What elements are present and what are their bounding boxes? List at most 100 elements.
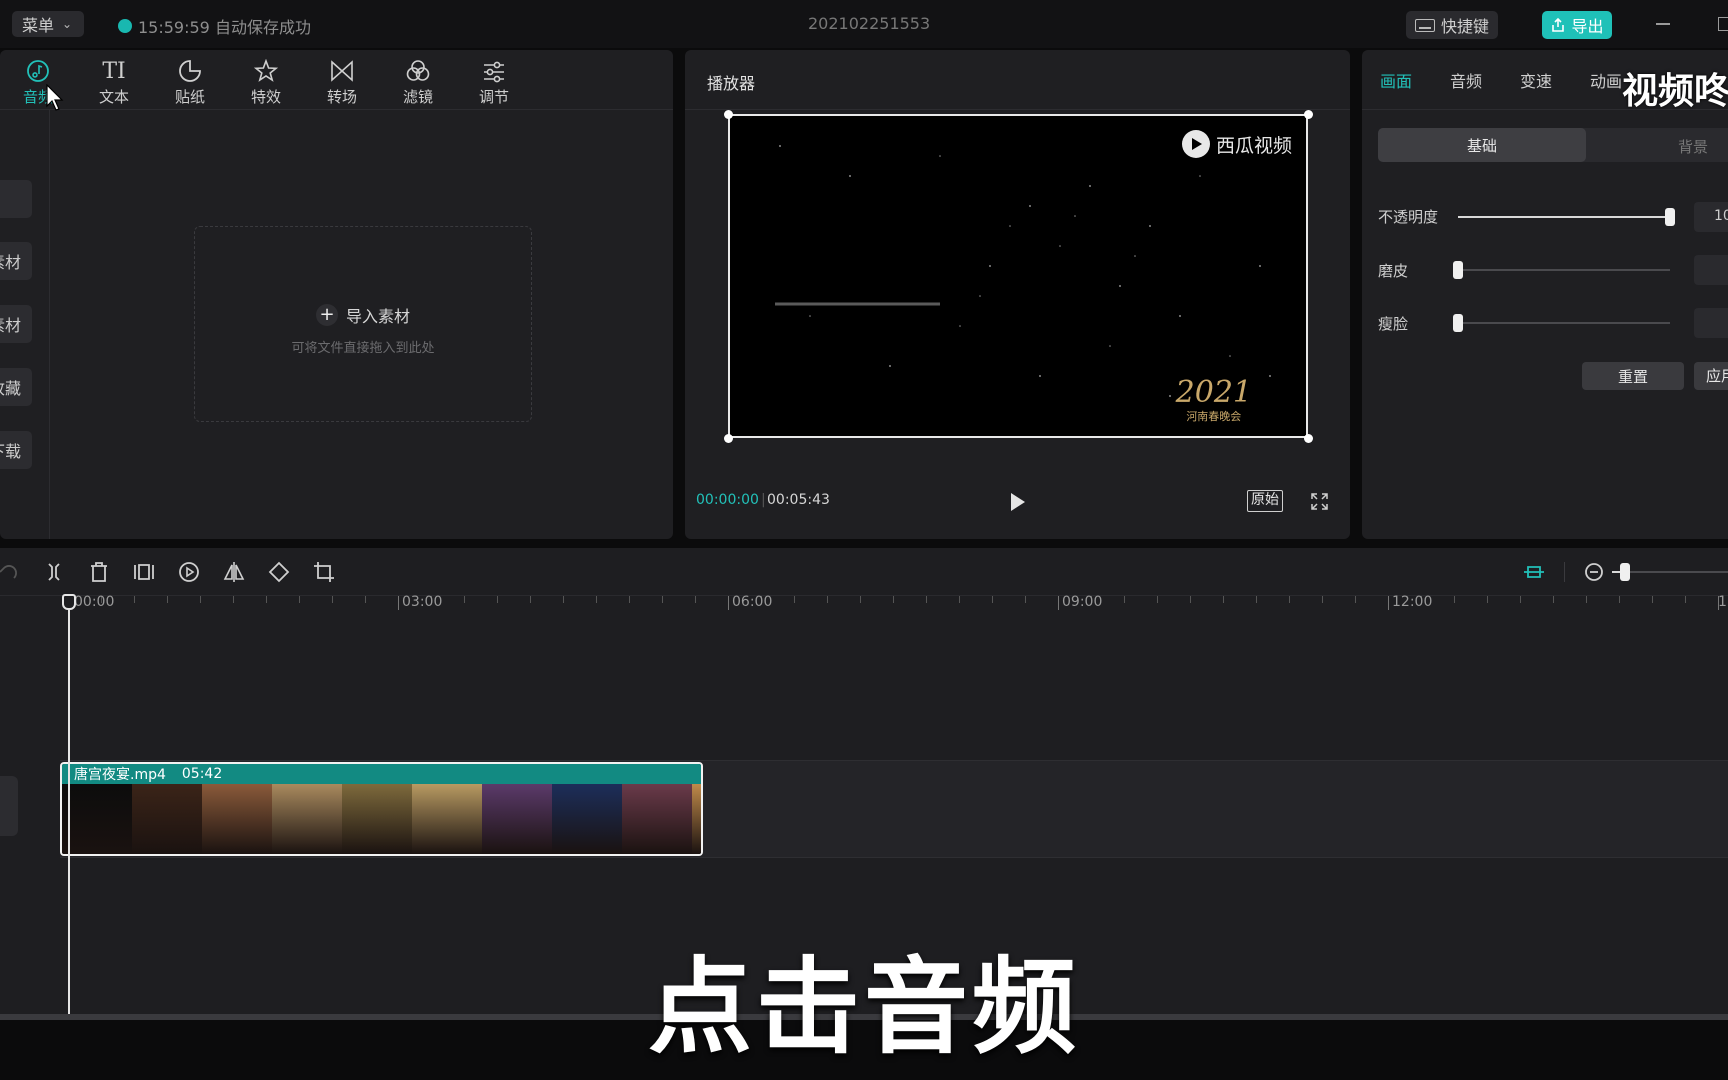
crop-icon[interactable]	[312, 560, 336, 584]
tool-text[interactable]: TI 文本	[84, 56, 144, 107]
filter-icon	[388, 56, 448, 86]
segment-background[interactable]: 背景	[1678, 136, 1708, 157]
ruler-tick	[794, 596, 795, 603]
clip-thumbnails	[62, 784, 701, 854]
ruler-tick	[1025, 596, 1026, 603]
plus-icon: +	[315, 304, 338, 326]
smooth-skin-label: 磨皮	[1378, 262, 1409, 280]
ruler-tick	[497, 596, 498, 603]
total-time: 00:05:43	[767, 492, 830, 508]
text-icon: TI	[102, 58, 126, 84]
ruler-tick	[332, 596, 333, 603]
tool-sticker[interactable]: 贴纸	[160, 56, 220, 107]
segment-basic[interactable]: 基础	[1378, 128, 1586, 162]
reset-button[interactable]: 重置	[1582, 362, 1684, 390]
undo-icon[interactable]	[0, 560, 20, 584]
gala-logo: 2021 河南春晚会	[1176, 378, 1252, 424]
tab-speed[interactable]: 变速	[1520, 68, 1552, 92]
snap-icon[interactable]	[1522, 560, 1546, 584]
crop-handle[interactable]	[724, 110, 733, 119]
ruler-tick	[1058, 596, 1059, 610]
ruler-tick	[1553, 596, 1554, 603]
delete-icon[interactable]	[87, 560, 111, 584]
rotate-icon[interactable]	[267, 560, 291, 584]
menu-button[interactable]: 菜单 ⌄	[12, 11, 84, 37]
gala-logo-mark: 2021	[1175, 375, 1252, 410]
side-item-material-2[interactable]: 素材	[0, 305, 32, 343]
apply-button[interactable]: 应用	[1694, 362, 1728, 390]
player-panel: 播放器 西瓜视频 2021 河南春晚会 00:00:00 | 00:05:43	[685, 50, 1350, 539]
slim-face-label: 瘦脸	[1378, 315, 1409, 333]
tool-effects[interactable]: 特效	[236, 56, 296, 107]
ruler-tick	[398, 596, 399, 610]
side-item-0[interactable]	[0, 180, 32, 218]
project-title: 202102251553	[808, 14, 931, 33]
overlay-caption: 点击音频	[647, 946, 1080, 1068]
autosave-status: 15:59:59 自动保存成功	[118, 14, 311, 38]
ruler-tick	[860, 596, 861, 603]
clip-thumbnail	[342, 784, 412, 854]
export-button[interactable]: 导出	[1542, 11, 1612, 39]
play-icon[interactable]	[1011, 493, 1025, 511]
ruler-label: 09:00	[1062, 594, 1103, 610]
crop-handle[interactable]	[724, 434, 733, 443]
smooth-skin-slider[interactable]	[1453, 261, 1670, 279]
tab-animation[interactable]: 动画	[1590, 68, 1622, 92]
time-ruler[interactable]	[0, 596, 1728, 636]
zoom-slider-knob[interactable]	[1620, 563, 1630, 581]
reverse-play-icon[interactable]	[177, 560, 201, 584]
mirror-icon[interactable]	[222, 560, 246, 584]
import-drop-zone[interactable]: + 导入素材 可将文件直接拖入到此处	[194, 226, 532, 422]
maximize-icon[interactable]	[1718, 17, 1728, 31]
opacity-label: 不透明度	[1378, 208, 1439, 226]
ruler-tick	[200, 596, 201, 603]
video-preview[interactable]: 西瓜视频 2021 河南春晚会	[728, 114, 1308, 438]
smooth-skin-value[interactable]	[1694, 255, 1728, 285]
side-item-downloads[interactable]: 下载	[0, 431, 32, 469]
opacity-slider-fill	[1458, 216, 1670, 218]
ruler-tick	[1652, 596, 1653, 603]
ratio-original-button[interactable]: 原始	[1247, 490, 1283, 512]
timeline-toolbar	[0, 548, 1728, 596]
autosave-text: 15:59:59 自动保存成功	[138, 18, 311, 37]
tool-filter[interactable]: 滤镜	[388, 56, 448, 107]
slim-face-slider-knob[interactable]	[1453, 314, 1463, 332]
ruler-tick	[1388, 596, 1389, 610]
zoom-slider[interactable]	[1612, 563, 1728, 581]
track-toggle[interactable]	[0, 776, 18, 836]
slim-face-slider[interactable]	[1453, 314, 1670, 332]
tab-audio[interactable]: 音频	[1450, 68, 1482, 92]
side-item-favorites[interactable]: 收藏	[0, 368, 32, 406]
opacity-slider[interactable]	[1458, 208, 1675, 226]
opacity-slider-knob[interactable]	[1665, 208, 1675, 226]
tab-canvas[interactable]: 画面	[1380, 68, 1412, 92]
crop-handle[interactable]	[1304, 434, 1313, 443]
export-icon	[1552, 17, 1565, 32]
fullscreen-icon[interactable]	[1311, 493, 1328, 510]
tool-tabs: 音频 TI 文本 贴纸 特效 转场 滤镜 调节	[0, 50, 673, 110]
tool-adjust[interactable]: 调节	[464, 56, 524, 107]
tool-label: 特效	[250, 88, 281, 106]
playhead-handle[interactable]	[62, 594, 76, 610]
smooth-skin-slider-knob[interactable]	[1453, 261, 1463, 279]
shortcut-button[interactable]: 快捷键	[1406, 11, 1498, 39]
split-icon[interactable]	[42, 560, 66, 584]
crop-handle[interactable]	[1304, 110, 1313, 119]
side-item-label: 收藏	[0, 379, 21, 398]
media-side-list: 素材 素材 收藏 下载	[0, 110, 50, 539]
opacity-value[interactable]: 10	[1694, 202, 1728, 232]
ruler-tick	[1454, 596, 1455, 603]
slim-face-value[interactable]	[1694, 308, 1728, 338]
import-hint: 可将文件直接拖入到此处	[291, 341, 435, 356]
freeze-frame-icon[interactable]	[132, 560, 156, 584]
side-item-material-1[interactable]: 素材	[0, 242, 32, 280]
ruler-tick	[233, 596, 234, 603]
tool-transition[interactable]: 转场	[312, 56, 372, 107]
video-clip[interactable]: 唐宫夜宴.mp4 05:42	[60, 762, 703, 856]
zoom-out-icon[interactable]	[1582, 560, 1606, 584]
minimize-icon[interactable]	[1656, 23, 1670, 25]
import-button[interactable]: + 导入素材	[195, 303, 531, 327]
clip-duration: 05:42	[181, 766, 223, 782]
side-item-label: 素材	[0, 253, 21, 272]
ruler-tick	[266, 596, 267, 603]
